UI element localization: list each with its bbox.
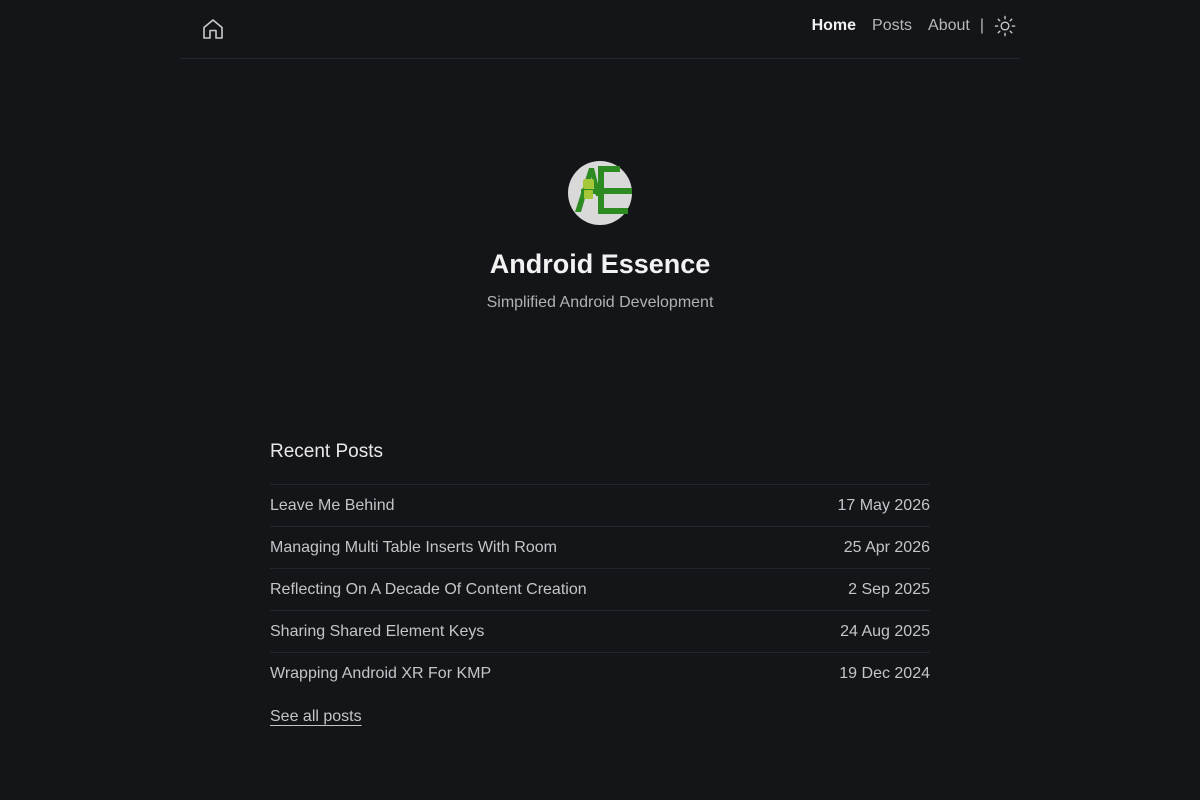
post-row[interactable]: Sharing Shared Element Keys 24 Aug 2025 [270, 610, 930, 652]
post-date: 17 May 2026 [837, 496, 930, 514]
post-date: 24 Aug 2025 [840, 622, 930, 640]
nav-about-link[interactable]: About [928, 17, 970, 35]
post-date: 19 Dec 2024 [839, 664, 930, 682]
site-header: Home Posts About | [180, 0, 1020, 59]
post-title[interactable]: Reflecting On A Decade Of Content Creati… [270, 581, 587, 599]
recent-posts-section: Recent Posts Leave Me Behind 17 May 2026… [270, 440, 930, 726]
android-essence-logo [568, 161, 632, 225]
nav-separator: | [979, 17, 984, 34]
home-icon[interactable] [201, 17, 225, 41]
post-title[interactable]: Leave Me Behind [270, 497, 395, 515]
post-title[interactable]: Wrapping Android XR For KMP [270, 665, 491, 683]
recent-posts-heading: Recent Posts [270, 441, 383, 462]
nav-posts-link[interactable]: Posts [872, 17, 912, 35]
post-title[interactable]: Sharing Shared Element Keys [270, 623, 484, 641]
hero-section: Android Essence Simplified Android Devel… [0, 160, 1200, 312]
see-all-posts-link[interactable]: See all posts [270, 708, 362, 726]
post-row[interactable]: Managing Multi Table Inserts With Room 2… [270, 526, 930, 568]
post-row[interactable]: Wrapping Android XR For KMP 19 Dec 2024 [270, 652, 930, 694]
sun-icon[interactable] [994, 15, 1016, 37]
post-date: 2 Sep 2025 [848, 580, 930, 598]
post-title[interactable]: Managing Multi Table Inserts With Room [270, 539, 557, 557]
nav-home-link[interactable]: Home [812, 17, 856, 35]
post-date: 25 Apr 2026 [843, 538, 930, 556]
post-row[interactable]: Leave Me Behind 17 May 2026 [270, 484, 930, 526]
site-title: Android Essence [489, 249, 711, 279]
main-nav: Home Posts About | [812, 14, 1016, 38]
post-row[interactable]: Reflecting On A Decade Of Content Creati… [270, 568, 930, 610]
post-list: Leave Me Behind 17 May 2026 Managing Mul… [270, 484, 930, 694]
site-tagline: Simplified Android Development [486, 294, 714, 311]
